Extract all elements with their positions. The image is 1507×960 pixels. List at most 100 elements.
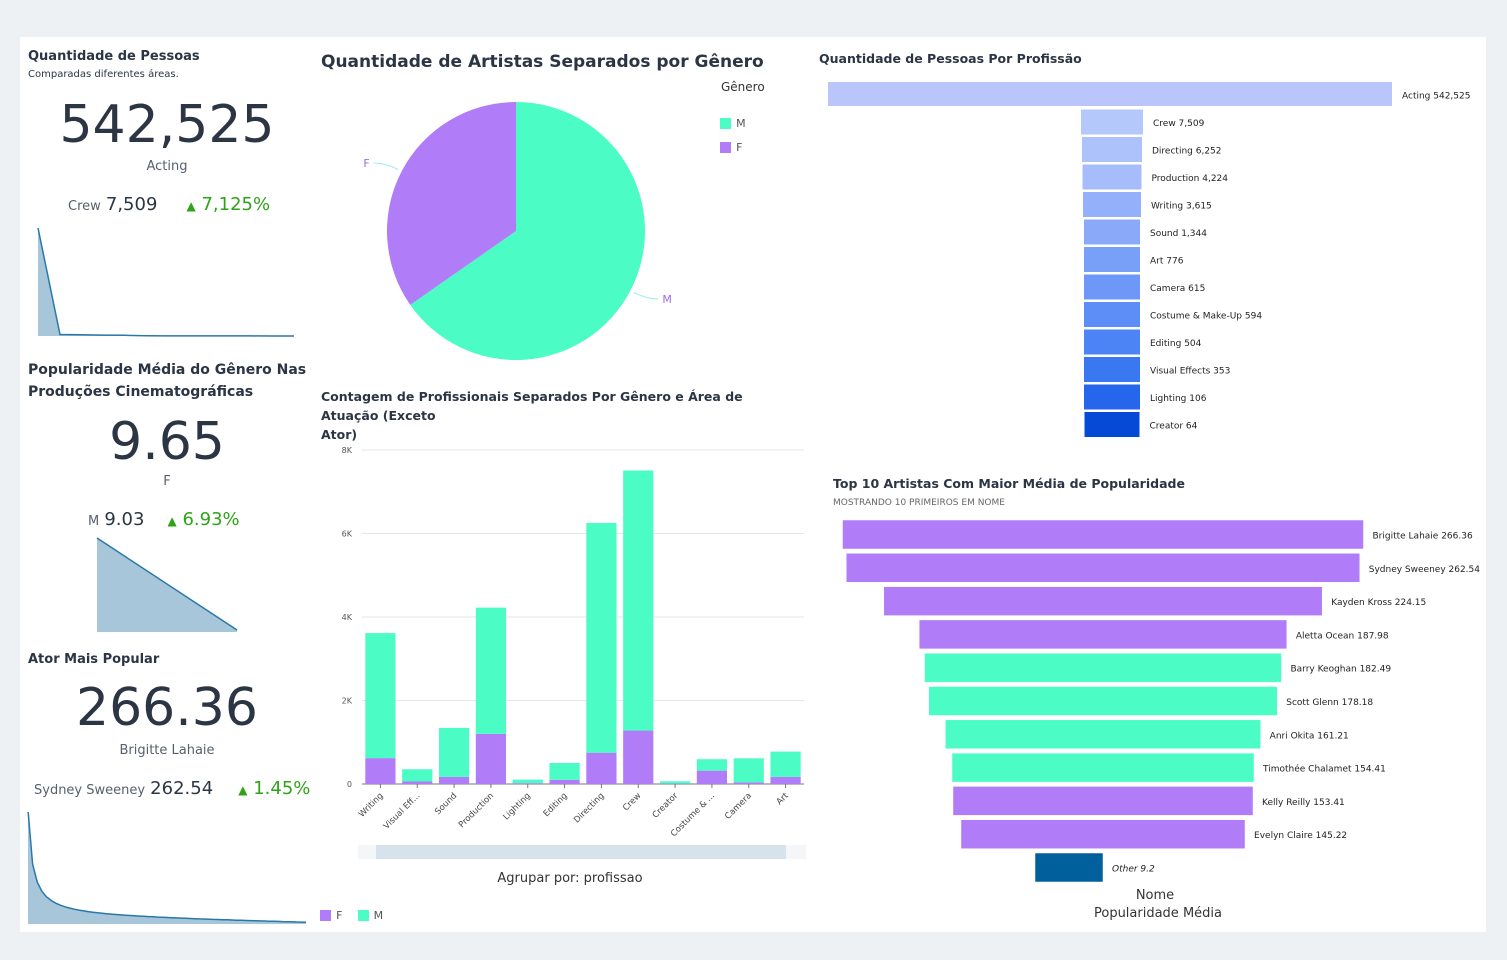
artist-bar-label: Barry Keoghan 182.49	[1290, 665, 1391, 675]
pie-leader-line	[373, 162, 399, 170]
pie-legend-title: Gênero	[721, 80, 765, 94]
artist-bar-10	[1034, 852, 1104, 883]
pie-slice-label: F	[363, 157, 369, 170]
legend-swatch-m[interactable]	[357, 910, 369, 921]
top-artists-ylabel: Popularidade Média	[1093, 906, 1222, 921]
bar-f-6	[586, 752, 617, 784]
stacked-legend: F M	[320, 905, 383, 924]
artist-bar-label: Scott Glenn 178.18	[1286, 698, 1373, 708]
profession-bar-label: Lighting 106	[1150, 394, 1207, 404]
kpi3-sparkline	[27, 812, 307, 924]
stacked-bar-chart[interactable]: 0 2K 4K 6K 8K WritingVisual Eff... SoundProduc…	[320, 438, 810, 838]
artist-bar-3	[918, 619, 1288, 650]
kpi2-title-line1: Popularidade Média do Gênero Nas	[28, 362, 307, 378]
legend-swatch-f	[720, 142, 731, 153]
bar-f-3	[475, 733, 507, 784]
bar-m-1	[402, 769, 433, 782]
bar-m-10	[733, 758, 764, 783]
sparkline-area	[28, 812, 306, 924]
artist-bar-label: Sydney Sweeney 262.54	[1369, 565, 1480, 575]
profession-bar-8	[1084, 302, 1140, 327]
y-tick-label: 4K	[342, 613, 353, 622]
x-tick-label: Creator	[651, 791, 681, 821]
legend-swatch-f[interactable]	[320, 910, 331, 921]
bar-m-0	[365, 633, 396, 759]
kpi1-label: Acting	[146, 159, 188, 174]
x-tick-label: Editing	[542, 791, 570, 819]
profession-bar-3	[1082, 164, 1142, 190]
pie-legend-item-f[interactable]: F	[720, 137, 742, 156]
top-artists-funnel-chart[interactable]: Brigitte Lahaie 266.36 Sydney Sweeney 262…	[830, 514, 1480, 888]
kpi1-comparison: Crew 7,509 ▲ 7,125%	[68, 194, 270, 215]
profession-bar-12	[1084, 412, 1140, 437]
gender-pie-chart[interactable]: MF	[340, 90, 700, 375]
legend-label-m: M	[373, 909, 384, 922]
artist-bar-5	[928, 686, 1278, 716]
legend-label-f: F	[336, 909, 343, 922]
profession-bar-6	[1084, 247, 1140, 272]
sparkline-area	[38, 228, 294, 336]
profession-bar-label: Costume & Make-Up 594	[1150, 312, 1262, 322]
kpi1-compare-value: 7,509	[105, 194, 158, 215]
profession-bar-label: Camera 615	[1150, 284, 1205, 294]
artist-bar-4	[924, 652, 1282, 683]
bar-f-11	[770, 776, 801, 784]
profession-bar-label: Visual Effects 353	[1150, 367, 1230, 377]
bar-f-9	[696, 770, 728, 784]
x-tick-label: Production	[457, 791, 496, 830]
kpi3-delta-value: 1.45%	[253, 778, 311, 799]
kpi3-compare-label: Sydney Sweeney	[34, 783, 146, 798]
kpi2-label: F	[163, 474, 171, 489]
artist-bar-label: Brigitte Lahaie 266.36	[1373, 532, 1473, 542]
bar-m-8	[659, 781, 691, 784]
kpi1-title: Quantidade de Pessoas	[28, 49, 200, 64]
kpi2-delta: ▲ 6.93%	[167, 509, 239, 530]
kpi1-delta: ▲ 7,125%	[187, 194, 271, 215]
profession-bar-label: Directing 6,252	[1152, 147, 1222, 157]
x-tick-label: Writing	[357, 791, 386, 820]
bar-m-6	[586, 522, 617, 753]
profession-bar-label: Creator 64	[1150, 422, 1198, 432]
top-artists-xlabel: Nome	[1135, 888, 1175, 903]
pie-legend-item-m[interactable]: M	[720, 113, 746, 132]
kpi1-subtitle: Comparadas diferentes áreas.	[28, 69, 179, 80]
artist-bar-label: Other 9.2	[1112, 865, 1155, 875]
profession-bar-5	[1084, 219, 1140, 245]
kpi3-delta: ▲ 1.45%	[238, 778, 310, 799]
chart-scrollbar[interactable]	[358, 845, 806, 859]
artist-bar-2	[883, 586, 1323, 616]
kpi2-title: Popularidade Média do Gênero Nas Produçõ…	[28, 359, 306, 403]
artist-bar-label: Kelly Reilly 153.41	[1262, 798, 1345, 808]
kpi2-delta-value: 6.93%	[182, 509, 240, 530]
kpi3-comparison: Sydney Sweeney 262.54 ▲ 1.45%	[34, 778, 310, 799]
artist-bar-label: Anri Okita 161.21	[1270, 731, 1349, 741]
profession-bar-2	[1082, 137, 1142, 162]
kpi3-label: Brigitte Lahaie	[119, 743, 215, 758]
bar-m-2	[438, 727, 470, 777]
chart-scrollbar-thumb[interactable]	[376, 845, 786, 859]
kpi2-comparison: M 9.03 ▲ 6.93%	[88, 509, 240, 530]
artist-bar-7	[951, 752, 1255, 783]
profession-funnel-chart[interactable]: Acting 542,525 Crew 7,509 Directing 6,252 P…	[820, 78, 1480, 440]
kpi1-value: 542,525	[59, 95, 275, 155]
sparkline-line	[27, 812, 307, 923]
profession-bar-label: Acting 542,525	[1402, 92, 1470, 102]
profession-bar-10	[1084, 357, 1140, 382]
profession-bar-9	[1084, 329, 1140, 355]
profession-bar-label: Art 776	[1150, 257, 1184, 267]
kpi2-compare-label: M	[88, 514, 100, 529]
kpi2-value: 9.65	[109, 412, 225, 472]
artist-bar-label: Timothée Chalamet 154.41	[1262, 764, 1386, 775]
arrow-up-icon: ▲	[238, 783, 248, 797]
pie-leader-line	[633, 292, 659, 300]
y-tick-label: 8K	[342, 446, 353, 455]
y-tick-label: 6K	[342, 530, 353, 539]
y-tick-label: 2K	[342, 697, 353, 706]
x-tick-label: Lighting	[502, 791, 533, 822]
profession-bar-7	[1084, 274, 1140, 300]
arrow-up-icon: ▲	[186, 199, 196, 213]
kpi3-title: Ator Mais Popular	[28, 652, 160, 667]
artist-bar-9	[960, 819, 1246, 849]
top-artists-title: Top 10 Artistas Com Maior Média de Popul…	[833, 476, 1185, 491]
artist-bar-8	[952, 786, 1254, 816]
